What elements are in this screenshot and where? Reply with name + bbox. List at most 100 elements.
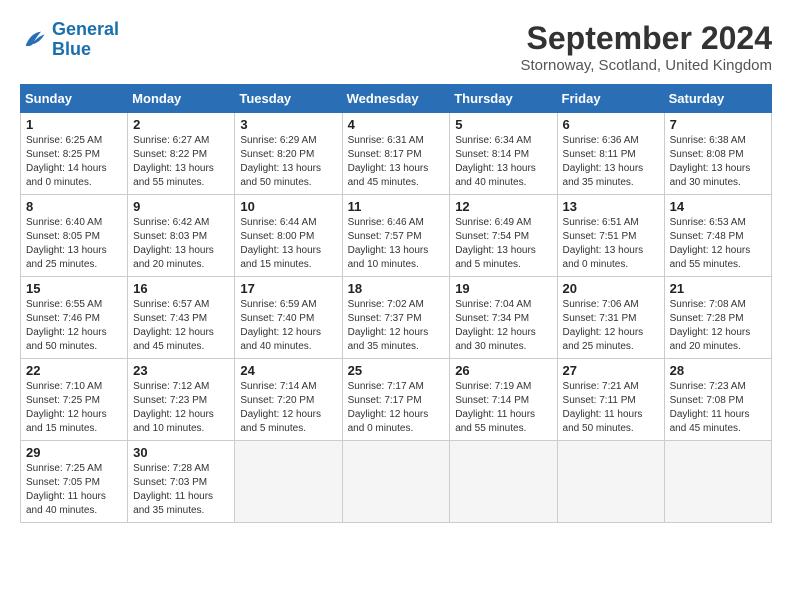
- calendar-cell: 30 Sunrise: 7:28 AMSunset: 7:03 PMDaylig…: [128, 441, 235, 523]
- col-monday: Monday: [128, 85, 235, 113]
- day-number: 24: [240, 363, 336, 378]
- calendar-cell: 9 Sunrise: 6:42 AMSunset: 8:03 PMDayligh…: [128, 195, 235, 277]
- calendar-cell: 24 Sunrise: 7:14 AMSunset: 7:20 PMDaylig…: [235, 359, 342, 441]
- day-info: Sunrise: 6:49 AMSunset: 7:54 PMDaylight:…: [455, 216, 551, 272]
- day-number: 17: [240, 281, 336, 296]
- calendar-cell: 23 Sunrise: 7:12 AMSunset: 7:23 PMDaylig…: [128, 359, 235, 441]
- col-thursday: Thursday: [450, 85, 557, 113]
- day-number: 25: [348, 363, 445, 378]
- day-number: 15: [26, 281, 122, 296]
- day-info: Sunrise: 7:10 AMSunset: 7:25 PMDaylight:…: [26, 380, 122, 436]
- day-number: 3: [240, 117, 336, 132]
- month-title: September 2024: [520, 20, 772, 57]
- col-sunday: Sunday: [21, 85, 128, 113]
- col-tuesday: Tuesday: [235, 85, 342, 113]
- day-number: 2: [133, 117, 229, 132]
- day-info: Sunrise: 7:28 AMSunset: 7:03 PMDaylight:…: [133, 462, 229, 518]
- day-info: Sunrise: 6:31 AMSunset: 8:17 PMDaylight:…: [348, 134, 445, 190]
- day-info: Sunrise: 6:36 AMSunset: 8:11 PMDaylight:…: [563, 134, 659, 190]
- day-info: Sunrise: 6:59 AMSunset: 7:40 PMDaylight:…: [240, 298, 336, 354]
- day-info: Sunrise: 6:25 AMSunset: 8:25 PMDaylight:…: [26, 134, 122, 190]
- calendar-cell: 27 Sunrise: 7:21 AMSunset: 7:11 PMDaylig…: [557, 359, 664, 441]
- calendar-cell: 18 Sunrise: 7:02 AMSunset: 7:37 PMDaylig…: [342, 277, 450, 359]
- calendar-cell: 22 Sunrise: 7:10 AMSunset: 7:25 PMDaylig…: [21, 359, 128, 441]
- calendar-cell: 15 Sunrise: 6:55 AMSunset: 7:46 PMDaylig…: [21, 277, 128, 359]
- calendar-row: 15 Sunrise: 6:55 AMSunset: 7:46 PMDaylig…: [21, 277, 772, 359]
- day-number: 4: [348, 117, 445, 132]
- day-info: Sunrise: 6:44 AMSunset: 8:00 PMDaylight:…: [240, 216, 336, 272]
- calendar-body: 1 Sunrise: 6:25 AMSunset: 8:25 PMDayligh…: [21, 113, 772, 523]
- calendar-cell: 19 Sunrise: 7:04 AMSunset: 7:34 PMDaylig…: [450, 277, 557, 359]
- day-info: Sunrise: 6:57 AMSunset: 7:43 PMDaylight:…: [133, 298, 229, 354]
- day-number: 7: [670, 117, 766, 132]
- calendar-cell: 12 Sunrise: 6:49 AMSunset: 7:54 PMDaylig…: [450, 195, 557, 277]
- day-number: 14: [670, 199, 766, 214]
- day-info: Sunrise: 7:23 AMSunset: 7:08 PMDaylight:…: [670, 380, 766, 436]
- day-number: 10: [240, 199, 336, 214]
- day-number: 16: [133, 281, 229, 296]
- day-info: Sunrise: 7:12 AMSunset: 7:23 PMDaylight:…: [133, 380, 229, 436]
- header-row: Sunday Monday Tuesday Wednesday Thursday…: [21, 85, 772, 113]
- col-friday: Friday: [557, 85, 664, 113]
- day-number: 21: [670, 281, 766, 296]
- day-info: Sunrise: 7:02 AMSunset: 7:37 PMDaylight:…: [348, 298, 445, 354]
- day-number: 30: [133, 445, 229, 460]
- day-number: 19: [455, 281, 551, 296]
- day-info: Sunrise: 6:34 AMSunset: 8:14 PMDaylight:…: [455, 134, 551, 190]
- calendar-cell: 20 Sunrise: 7:06 AMSunset: 7:31 PMDaylig…: [557, 277, 664, 359]
- calendar-cell: [664, 441, 771, 523]
- day-number: 20: [563, 281, 659, 296]
- day-info: Sunrise: 7:14 AMSunset: 7:20 PMDaylight:…: [240, 380, 336, 436]
- calendar-cell: 21 Sunrise: 7:08 AMSunset: 7:28 PMDaylig…: [664, 277, 771, 359]
- calendar-cell: 25 Sunrise: 7:17 AMSunset: 7:17 PMDaylig…: [342, 359, 450, 441]
- day-info: Sunrise: 7:19 AMSunset: 7:14 PMDaylight:…: [455, 380, 551, 436]
- calendar-cell: [450, 441, 557, 523]
- day-info: Sunrise: 6:38 AMSunset: 8:08 PMDaylight:…: [670, 134, 766, 190]
- calendar-cell: 14 Sunrise: 6:53 AMSunset: 7:48 PMDaylig…: [664, 195, 771, 277]
- calendar-cell: 4 Sunrise: 6:31 AMSunset: 8:17 PMDayligh…: [342, 113, 450, 195]
- day-info: Sunrise: 7:04 AMSunset: 7:34 PMDaylight:…: [455, 298, 551, 354]
- day-number: 29: [26, 445, 122, 460]
- calendar-cell: 26 Sunrise: 7:19 AMSunset: 7:14 PMDaylig…: [450, 359, 557, 441]
- calendar-cell: 1 Sunrise: 6:25 AMSunset: 8:25 PMDayligh…: [21, 113, 128, 195]
- day-number: 26: [455, 363, 551, 378]
- day-number: 8: [26, 199, 122, 214]
- day-info: Sunrise: 6:42 AMSunset: 8:03 PMDaylight:…: [133, 216, 229, 272]
- calendar-cell: 5 Sunrise: 6:34 AMSunset: 8:14 PMDayligh…: [450, 113, 557, 195]
- day-number: 6: [563, 117, 659, 132]
- page-header: General Blue September 2024 Stornoway, S…: [20, 20, 772, 74]
- day-number: 27: [563, 363, 659, 378]
- calendar-cell: 11 Sunrise: 6:46 AMSunset: 7:57 PMDaylig…: [342, 195, 450, 277]
- day-info: Sunrise: 6:40 AMSunset: 8:05 PMDaylight:…: [26, 216, 122, 272]
- day-number: 1: [26, 117, 122, 132]
- calendar-row: 29 Sunrise: 7:25 AMSunset: 7:05 PMDaylig…: [21, 441, 772, 523]
- day-number: 22: [26, 363, 122, 378]
- calendar-cell: [557, 441, 664, 523]
- day-info: Sunrise: 6:29 AMSunset: 8:20 PMDaylight:…: [240, 134, 336, 190]
- calendar-cell: 6 Sunrise: 6:36 AMSunset: 8:11 PMDayligh…: [557, 113, 664, 195]
- day-info: Sunrise: 7:17 AMSunset: 7:17 PMDaylight:…: [348, 380, 445, 436]
- logo-text: General Blue: [52, 20, 119, 60]
- day-info: Sunrise: 6:53 AMSunset: 7:48 PMDaylight:…: [670, 216, 766, 272]
- calendar-table: Sunday Monday Tuesday Wednesday Thursday…: [20, 84, 772, 523]
- calendar-row: 1 Sunrise: 6:25 AMSunset: 8:25 PMDayligh…: [21, 113, 772, 195]
- calendar-cell: 16 Sunrise: 6:57 AMSunset: 7:43 PMDaylig…: [128, 277, 235, 359]
- day-info: Sunrise: 7:08 AMSunset: 7:28 PMDaylight:…: [670, 298, 766, 354]
- logo-icon: [20, 26, 48, 54]
- calendar-row: 8 Sunrise: 6:40 AMSunset: 8:05 PMDayligh…: [21, 195, 772, 277]
- day-number: 12: [455, 199, 551, 214]
- calendar-cell: [342, 441, 450, 523]
- day-info: Sunrise: 7:25 AMSunset: 7:05 PMDaylight:…: [26, 462, 122, 518]
- calendar-cell: 13 Sunrise: 6:51 AMSunset: 7:51 PMDaylig…: [557, 195, 664, 277]
- col-wednesday: Wednesday: [342, 85, 450, 113]
- calendar-cell: 17 Sunrise: 6:59 AMSunset: 7:40 PMDaylig…: [235, 277, 342, 359]
- day-info: Sunrise: 7:21 AMSunset: 7:11 PMDaylight:…: [563, 380, 659, 436]
- day-info: Sunrise: 6:27 AMSunset: 8:22 PMDaylight:…: [133, 134, 229, 190]
- day-info: Sunrise: 7:06 AMSunset: 7:31 PMDaylight:…: [563, 298, 659, 354]
- day-number: 13: [563, 199, 659, 214]
- title-block: September 2024 Stornoway, Scotland, Unit…: [520, 20, 772, 74]
- day-number: 9: [133, 199, 229, 214]
- calendar-cell: 10 Sunrise: 6:44 AMSunset: 8:00 PMDaylig…: [235, 195, 342, 277]
- calendar-cell: 8 Sunrise: 6:40 AMSunset: 8:05 PMDayligh…: [21, 195, 128, 277]
- day-number: 28: [670, 363, 766, 378]
